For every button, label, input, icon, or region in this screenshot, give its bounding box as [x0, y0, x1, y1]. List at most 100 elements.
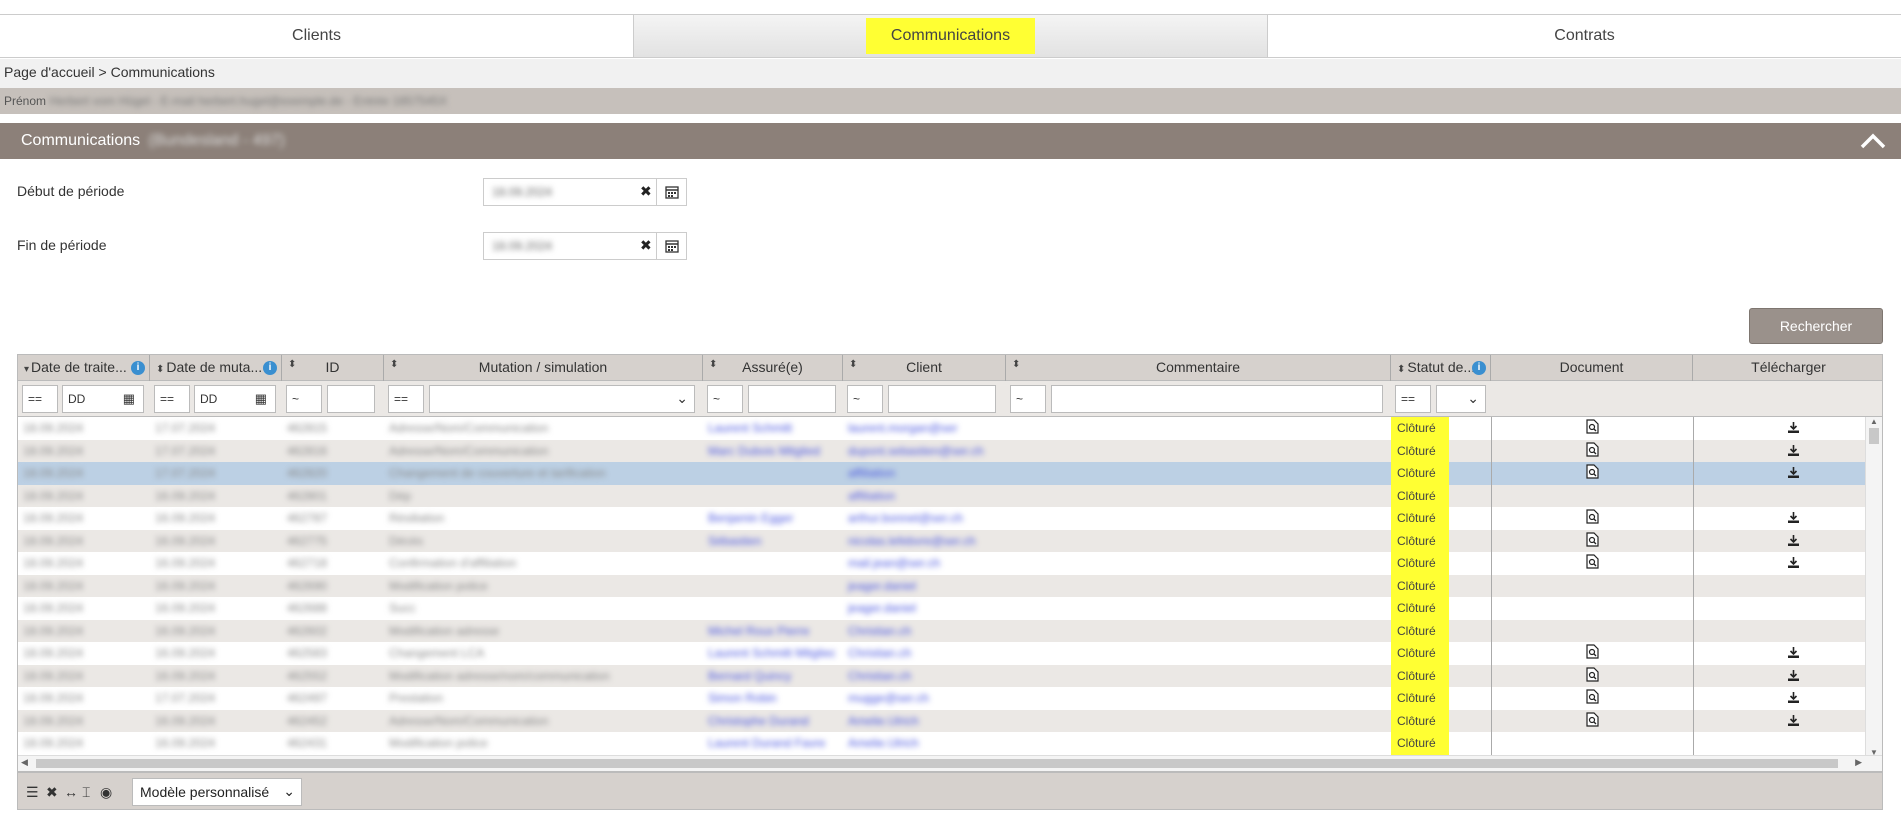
horizontal-scrollbar[interactable]: ◀ ▶	[18, 755, 1882, 771]
download-icon[interactable]	[1787, 466, 1800, 482]
cell-client[interactable]: Amelie.Ulrich	[845, 710, 1005, 733]
col-header-date-traitement[interactable]: ▾ Date de traite... i	[18, 355, 150, 381]
download-icon[interactable]	[1787, 534, 1800, 550]
cell-client[interactable]: Christian.ch	[845, 620, 1005, 643]
cell-assure[interactable]	[705, 485, 835, 508]
cell-assure[interactable]	[705, 462, 835, 485]
cell-assure[interactable]: Michel Roux Pierre	[705, 620, 835, 643]
filter-assure-input[interactable]	[748, 385, 836, 413]
cell-assure[interactable]: Marc Dubois Mitglied	[705, 440, 835, 463]
col-header-statut[interactable]: ⬍ Statut de... i	[1391, 355, 1491, 381]
table-row[interactable]: 18.09.2024 17.07.2024 462815 Adresse/Nom/Co…	[18, 417, 1866, 440]
download-icon[interactable]	[1787, 646, 1800, 662]
cell-client[interactable]: Christian.ch	[845, 642, 1005, 665]
filter-client-input[interactable]	[888, 385, 996, 413]
scroll-up-icon[interactable]: ▲	[1866, 417, 1882, 426]
document-preview-icon[interactable]	[1586, 419, 1599, 437]
table-row[interactable]: 18.09.2024 16.09.2024 462690 Modification p…	[18, 574, 1866, 598]
close-icon[interactable]: ✖	[46, 784, 58, 801]
cell-assure[interactable]	[705, 552, 835, 575]
table-row[interactable]: 18.09.2024 16.09.2024 462552 Modification a…	[18, 664, 1866, 688]
clear-start-date-icon[interactable]: ✖	[640, 183, 652, 200]
table-row[interactable]: 18.09.2024 16.09.2024 462718 Confirmation d…	[18, 552, 1866, 575]
list-icon[interactable]: ☰	[26, 784, 39, 801]
download-icon[interactable]	[1787, 421, 1800, 437]
scroll-thumb[interactable]	[1869, 428, 1879, 444]
text-height-icon[interactable]: ⌶	[82, 784, 90, 801]
cell-assure[interactable]: Laurent Schmitt Mitglied	[705, 642, 835, 665]
scroll-left-icon[interactable]: ◀	[21, 757, 28, 768]
filter-operator-commentaire[interactable]: ~	[1010, 385, 1046, 413]
tab-communications[interactable]: Communications	[634, 15, 1268, 57]
filter-operator-mutation[interactable]: ==	[388, 385, 424, 413]
cell-assure[interactable]: Simon Robin	[705, 687, 835, 710]
col-header-assure[interactable]: ⬍ Assuré(e)	[703, 355, 843, 381]
end-calendar-icon[interactable]	[656, 233, 686, 259]
table-row[interactable]: 18.09.2024 16.09.2024 462583 Changement LCA…	[18, 642, 1866, 665]
download-icon[interactable]	[1787, 444, 1800, 460]
search-button[interactable]: Rechercher	[1749, 308, 1883, 344]
document-preview-icon[interactable]	[1586, 441, 1599, 460]
table-row[interactable]: 18.09.2024 17.07.2024 462816 Adresse/Nom/Co…	[18, 439, 1866, 463]
column-width-icon[interactable]: ↔	[64, 784, 78, 800]
filter-operator-statut[interactable]: ==	[1395, 385, 1431, 413]
table-row[interactable]: 18.09.2024 16.09.2024 462787 Résiliation Ben…	[18, 507, 1866, 530]
cell-assure[interactable]	[705, 575, 835, 598]
document-preview-icon[interactable]	[1586, 689, 1599, 707]
col-header-client[interactable]: ⬍ Client	[843, 355, 1006, 381]
cell-client[interactable]: affiliation	[845, 462, 1005, 485]
table-row[interactable]: 18.09.2024 16.09.2024 462801 Dép affiliation…	[18, 484, 1866, 508]
eye-icon[interactable]: ◉	[100, 784, 112, 801]
model-select[interactable]: Modèle personnalisé ⌄	[132, 778, 302, 806]
download-icon[interactable]	[1787, 511, 1800, 527]
table-row[interactable]: 18.09.2024 17.07.2024 462497 Prestation Simo…	[18, 687, 1866, 710]
tab-clients[interactable]: Clients	[0, 15, 634, 57]
cell-client[interactable]: jeager.daniel	[845, 597, 1005, 620]
cell-assure[interactable]	[705, 597, 835, 620]
filter-operator-client[interactable]: ~	[847, 385, 883, 413]
vertical-scrollbar[interactable]: ▲ ▼	[1865, 417, 1882, 757]
breadcrumb[interactable]: Page d'accueil > Communications	[0, 59, 1901, 88]
document-preview-icon[interactable]	[1586, 509, 1599, 527]
col-header-commentaire[interactable]: ⬍ Commentaire	[1006, 355, 1391, 381]
document-preview-icon[interactable]	[1586, 554, 1599, 572]
info-icon[interactable]: i	[263, 361, 277, 375]
download-icon[interactable]	[1787, 714, 1800, 730]
cell-client[interactable]: arthur.bonnet@ser.ch	[845, 507, 1005, 530]
calendar-icon[interactable]: ▦	[123, 391, 135, 407]
tab-contrats[interactable]: Contrats	[1268, 15, 1901, 57]
document-preview-icon[interactable]	[1586, 531, 1599, 550]
col-header-mutation[interactable]: ⬍ Mutation / simulation	[384, 355, 703, 381]
col-header-id[interactable]: ⬍ ID	[282, 355, 384, 381]
cell-assure[interactable]: Bernard Quincy	[705, 665, 835, 688]
document-preview-icon[interactable]	[1586, 644, 1599, 662]
calendar-icon[interactable]: ▦	[255, 391, 267, 407]
cell-client[interactable]: jeager.daniel	[845, 575, 1005, 598]
filter-statut-select[interactable]: ⌄	[1436, 385, 1486, 413]
filter-commentaire-input[interactable]	[1051, 385, 1383, 413]
col-header-date-mutation[interactable]: ⬍ Date de muta... i	[150, 355, 282, 381]
scroll-right-icon[interactable]: ▶	[1855, 757, 1862, 768]
table-row[interactable]: 18.09.2024 16.09.2024 462452 Adresse/Nom/Co…	[18, 709, 1866, 733]
cell-client[interactable]: nicolas.lefebvre@ser.ch	[845, 530, 1005, 553]
clear-end-date-icon[interactable]: ✖	[640, 237, 652, 254]
scroll-thumb-horizontal[interactable]	[36, 759, 1838, 768]
cell-assure[interactable]: Laurent Schmitt	[705, 417, 835, 440]
start-date-field[interactable]: 18.09.2024 ✖	[483, 178, 687, 206]
cell-assure[interactable]: Benjamin Egger	[705, 507, 835, 530]
download-icon[interactable]	[1787, 556, 1800, 572]
table-row[interactable]: 18.09.2024 16.09.2024 462775 Décès Sébastien…	[18, 529, 1866, 553]
document-preview-icon[interactable]	[1586, 464, 1599, 482]
table-row[interactable]: 18.09.2024 16.09.2024 462431 Modification p…	[18, 732, 1866, 755]
collapse-chevron-icon[interactable]	[1859, 127, 1887, 155]
cell-client[interactable]: dupont.sebastien@ser.ch	[845, 440, 1005, 463]
filter-date2-input[interactable]: DD ▦	[194, 385, 276, 413]
cell-assure[interactable]: Laurent Durand Favre	[705, 732, 835, 755]
cell-assure[interactable]: Sébastien	[705, 530, 835, 553]
download-icon[interactable]	[1787, 691, 1800, 707]
table-row[interactable]: 18.09.2024 16.09.2024 462688 Succ jeager.dan…	[18, 597, 1866, 620]
cell-client[interactable]: laurent.morgan@ser	[845, 417, 1005, 440]
cell-client[interactable]: mugge@ser.ch	[845, 687, 1005, 710]
filter-mutation-select[interactable]: ⌄	[429, 385, 695, 413]
cell-client[interactable]: affiliation	[845, 485, 1005, 508]
